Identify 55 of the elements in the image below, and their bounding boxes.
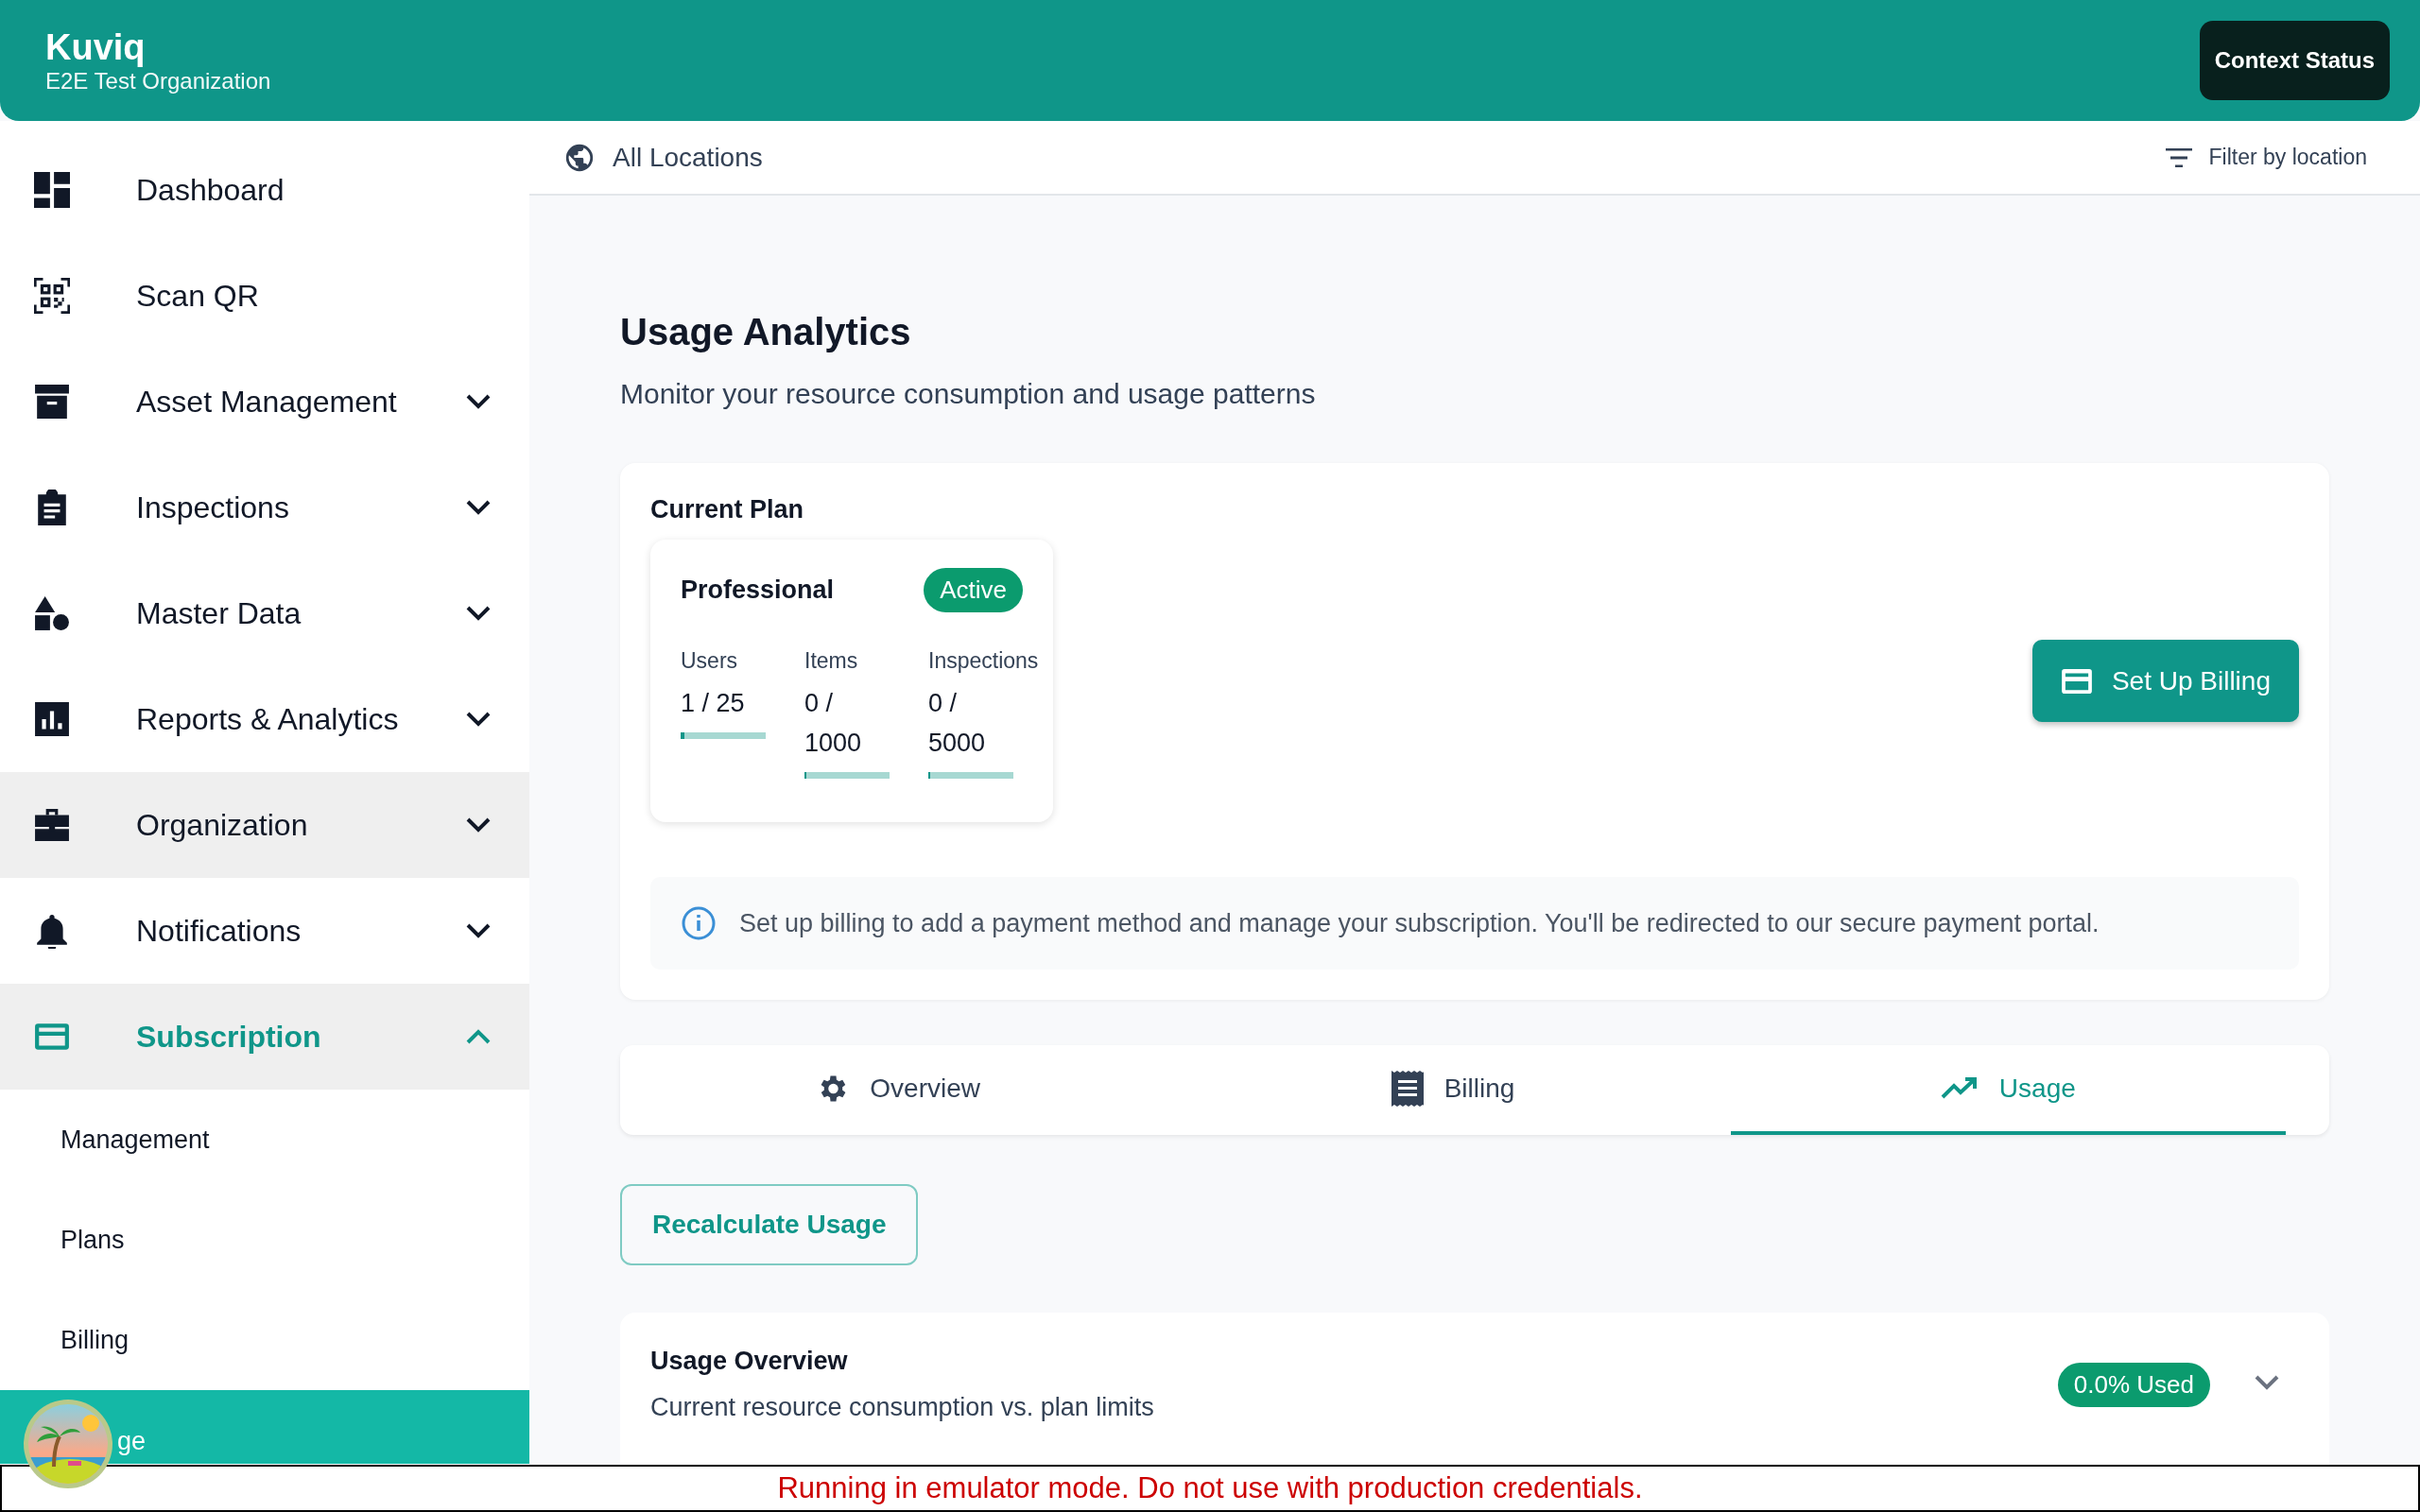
- bell-icon: [34, 913, 70, 949]
- info-text: Set up billing to add a payment method and manage your subscription. You'll be redirected to our secure payment portal.: [739, 908, 2100, 938]
- credit-card-icon: [2060, 667, 2093, 695]
- chevron-down-icon[interactable]: [465, 711, 492, 728]
- chevron-down-icon[interactable]: [465, 922, 492, 939]
- chevron-down-icon[interactable]: [465, 499, 492, 516]
- set-up-billing-button[interactable]: Set Up Billing: [2031, 640, 2299, 722]
- sidebar-subitem[interactable]: Management: [0, 1090, 529, 1190]
- emulator-warning: Running in emulator mode. Do not use with production credentials.: [777, 1471, 1643, 1505]
- sidebar-item[interactable]: Organization: [0, 772, 529, 878]
- metric-label: Inspections: [928, 648, 1039, 674]
- sidebar-item[interactable]: Asset Management: [0, 349, 529, 455]
- sidebar-subitem[interactable]: Plans: [0, 1190, 529, 1290]
- sidebar-subitem[interactable]: Billing: [0, 1290, 529, 1390]
- sidebar-item[interactable]: Notifications: [0, 878, 529, 984]
- tab[interactable]: Billing: [1175, 1045, 1731, 1135]
- chevron-down-icon[interactable]: [465, 393, 492, 410]
- tab[interactable]: Usage: [1730, 1045, 2286, 1135]
- receipt-icon: [1391, 1070, 1424, 1107]
- metric-label: Items: [804, 648, 858, 674]
- archive-icon: [34, 384, 70, 420]
- page-title: Usage Analytics: [620, 311, 912, 353]
- sidebar-item[interactable]: Dashboard: [0, 137, 529, 243]
- card-subtitle: Current resource consumption vs. plan limits: [650, 1393, 1154, 1422]
- chevron-up-icon[interactable]: [465, 1028, 492, 1045]
- qr-icon: [34, 278, 70, 314]
- metric-value: 1 / 25: [681, 688, 746, 719]
- organization-name: E2E Test Organization: [45, 68, 271, 94]
- app-title: Kuviq: [45, 26, 147, 68]
- status-badge: Active: [924, 568, 1023, 612]
- plan-name: Professional: [681, 576, 835, 605]
- chart-icon: [34, 701, 70, 737]
- sidebar-item[interactable]: Scan QR: [0, 243, 529, 349]
- chevron-down-icon[interactable]: [465, 816, 492, 833]
- page-subtitle: Monitor your resource consumption and usage patterns: [620, 378, 1317, 410]
- usage-badge: 0.0% Used: [2057, 1362, 2210, 1407]
- sidebar-item[interactable]: Master Data: [0, 560, 529, 666]
- info-icon: [681, 905, 717, 941]
- location-label: All Locations: [613, 142, 764, 173]
- metric-value: 0 / 1000: [804, 688, 863, 759]
- context-status-button[interactable]: Context Status: [2199, 21, 2390, 100]
- trending-up-icon: [1940, 1075, 1979, 1101]
- sidebar-item[interactable]: Inspections: [0, 455, 529, 560]
- shapes-icon: [34, 595, 70, 631]
- briefcase-icon: [34, 807, 70, 843]
- dashboard-icon: [34, 172, 70, 208]
- filter-icon: [2165, 147, 2192, 167]
- metric-label: Users: [681, 648, 738, 674]
- section-title: Current Plan: [650, 495, 805, 524]
- chevron-down-icon[interactable]: [465, 605, 492, 622]
- tab[interactable]: Overview: [620, 1045, 1176, 1135]
- metric-value: 0 / 5000: [928, 688, 987, 759]
- filter-button[interactable]: Filter by location: [2165, 145, 2367, 170]
- sidebar-item[interactable]: Reports & Analytics: [0, 666, 529, 772]
- card-title: Usage Overview: [650, 1347, 849, 1376]
